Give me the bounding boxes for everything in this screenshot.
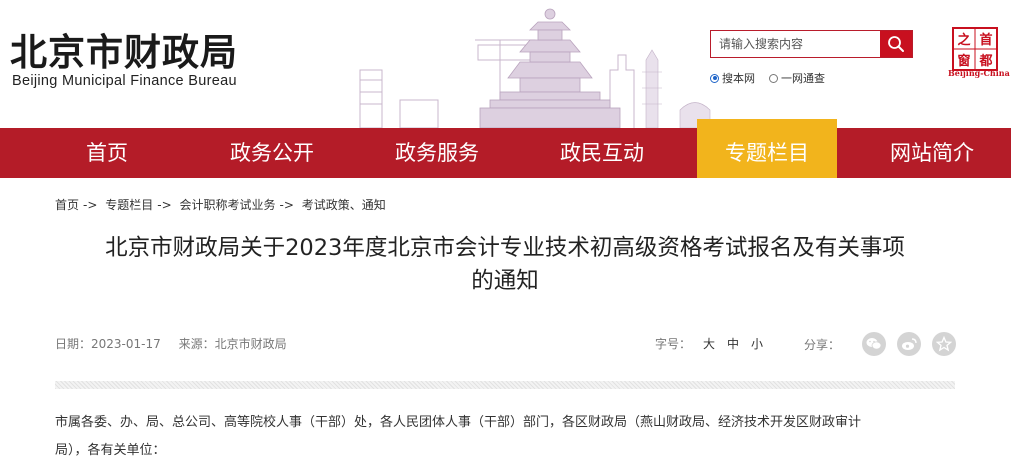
scope-label: 一网通查 (781, 72, 825, 85)
search-icon (888, 36, 904, 52)
article-paragraph-line: 市属各委、办、局、总公司、高等院校人事（干部）处，各人民团体人事（干部）部门，各… (55, 415, 862, 430)
scope-label: 搜本网 (722, 72, 755, 85)
nav-item-special-topics[interactable]: 专题栏目 (697, 119, 837, 178)
skyline-decoration (359, 8, 711, 128)
breadcrumb-exam-policy[interactable]: 考试政策、通知 (302, 198, 386, 212)
font-size-large[interactable]: 大 (703, 335, 715, 352)
seal-char: 之 (957, 32, 970, 48)
main-nav: 首页 政务公开 政务服务 政民互动 专题栏目 网站简介 (0, 119, 1011, 178)
article-title: 北京市财政局关于2023年度北京市会计专业技术初高级资格考试报名及有关事项 的通… (55, 232, 955, 298)
article-body: 市属各委、办、局、总公司、高等院校人事（干部）处，各人民团体人事（干部）部门，各… (55, 409, 955, 465)
seal-caption: Beijing-China (948, 68, 1010, 78)
share-bar: 分享： (804, 332, 957, 356)
wechat-icon (866, 338, 882, 350)
font-size-control: 字号： 大 中 小 (655, 335, 763, 352)
site-header: 北京市财政局 Beijing Municipal Finance Bureau … (0, 0, 1011, 128)
breadcrumb-home[interactable]: 首页 (55, 198, 79, 212)
search-input[interactable] (711, 31, 880, 57)
article-paragraph-line: 局），各有关单位： (55, 443, 166, 458)
share-favorite-button[interactable] (932, 332, 957, 356)
scope-all-network[interactable]: 一网通查 (769, 70, 825, 86)
article-source: 来源：北京市财政局 (178, 337, 287, 351)
site-logo-en[interactable]: Beijing Municipal Finance Bureau (12, 73, 237, 89)
article-meta: 日期：2023-01-17 来源：北京市财政局 (55, 335, 301, 352)
font-size-medium[interactable]: 中 (727, 335, 739, 352)
breadcrumb-sep: -> (279, 198, 294, 212)
search-box (710, 30, 913, 58)
breadcrumb-sep: -> (83, 198, 98, 212)
font-size-small[interactable]: 小 (751, 335, 763, 352)
share-wechat-button[interactable] (862, 332, 887, 356)
weibo-icon (902, 338, 917, 350)
nav-item-home[interactable]: 首页 (37, 128, 177, 178)
article-date: 日期：2023-01-17 (55, 337, 161, 351)
seal-char: 首 (979, 32, 992, 48)
breadcrumb: 首页 -> 专题栏目 -> 会计职称考试业务 -> 考试政策、通知 (55, 196, 390, 213)
share-label: 分享： (804, 337, 841, 352)
nav-item-gov-affairs-open[interactable]: 政务公开 (202, 128, 342, 178)
search-scope: 搜本网 一网通查 (710, 70, 825, 86)
font-size-label: 字号： (655, 337, 692, 351)
nav-item-interaction[interactable]: 政民互动 (532, 128, 672, 178)
scope-this-site[interactable]: 搜本网 (710, 70, 755, 86)
seal-char: 窗 (957, 53, 970, 69)
share-weibo-button[interactable] (897, 332, 922, 356)
favorite-star-icon (936, 336, 953, 352)
nav-item-gov-services[interactable]: 政务服务 (367, 128, 507, 178)
article-title-line: 北京市财政局关于2023年度北京市会计专业技术初高级资格考试报名及有关事项 (105, 235, 905, 261)
seal-char: 都 (978, 53, 992, 69)
content-divider (55, 381, 955, 389)
nav-item-about-site[interactable]: 网站简介 (862, 128, 1002, 178)
breadcrumb-accounting-exam[interactable]: 会计职称考试业务 (179, 198, 275, 212)
site-logo-cn[interactable]: 北京市财政局 (10, 22, 238, 76)
breadcrumb-sep: -> (157, 198, 172, 212)
search-button[interactable] (880, 31, 912, 57)
article-title-line: 的通知 (471, 268, 539, 294)
radio-selected-icon[interactable] (710, 73, 719, 83)
radio-unselected-icon[interactable] (769, 73, 778, 83)
breadcrumb-special-topics[interactable]: 专题栏目 (105, 198, 153, 212)
